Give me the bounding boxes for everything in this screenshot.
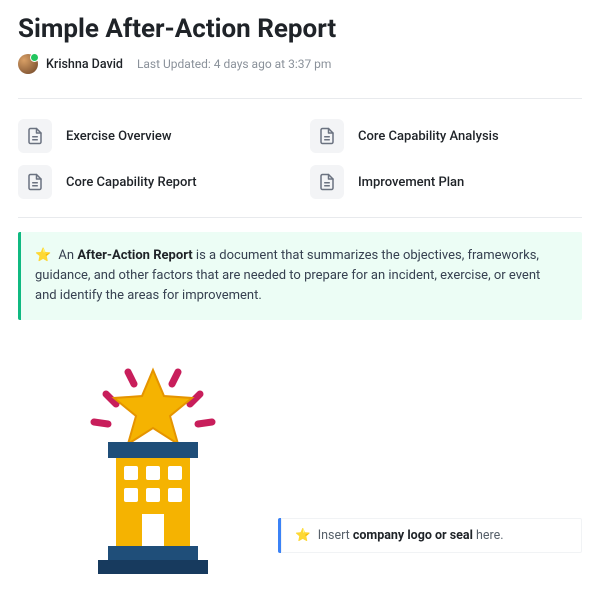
nav-item-report[interactable]: Core Capability Report <box>18 165 290 199</box>
star-icon: ⭐ <box>35 248 51 263</box>
page-title: Simple After-Action Report <box>18 0 582 54</box>
nav-label: Core Capability Report <box>66 175 197 190</box>
callout-text-bold: After-Action Report <box>77 248 192 263</box>
divider <box>18 98 582 99</box>
definition-callout: ⭐ An After-Action Report is a document t… <box>18 232 582 320</box>
document-icon <box>18 119 52 153</box>
nav-label: Improvement Plan <box>358 175 464 190</box>
callout-text-prefix: An <box>58 248 77 263</box>
illustration-row: ⭐ Insert company logo or seal here. <box>18 354 582 583</box>
nav-item-plan[interactable]: Improvement Plan <box>310 165 582 199</box>
document-icon <box>18 165 52 199</box>
last-updated: Last Updated: 4 days ago at 3:37 pm <box>137 57 332 71</box>
building-star-illustration <box>58 354 248 583</box>
meta-row: Krishna David Last Updated: 4 days ago a… <box>18 54 582 98</box>
document-icon <box>310 165 344 199</box>
logo-hint-bold: company logo or seal <box>353 528 473 543</box>
logo-hint-rest: here. <box>473 528 504 543</box>
nav-label: Exercise Overview <box>66 129 172 144</box>
nav-item-overview[interactable]: Exercise Overview <box>18 119 290 153</box>
nav-item-analysis[interactable]: Core Capability Analysis <box>310 119 582 153</box>
logo-hint-callout[interactable]: ⭐ Insert company logo or seal here. <box>278 518 582 553</box>
author-name[interactable]: Krishna David <box>46 57 123 72</box>
star-icon: ⭐ <box>295 528 311 543</box>
logo-hint-prefix: Insert <box>318 528 353 543</box>
nav-label: Core Capability Analysis <box>358 129 499 144</box>
document-icon <box>310 119 344 153</box>
section-nav: Exercise Overview Core Capability Analys… <box>18 113 582 217</box>
author-avatar[interactable] <box>18 54 38 74</box>
divider <box>18 217 582 218</box>
